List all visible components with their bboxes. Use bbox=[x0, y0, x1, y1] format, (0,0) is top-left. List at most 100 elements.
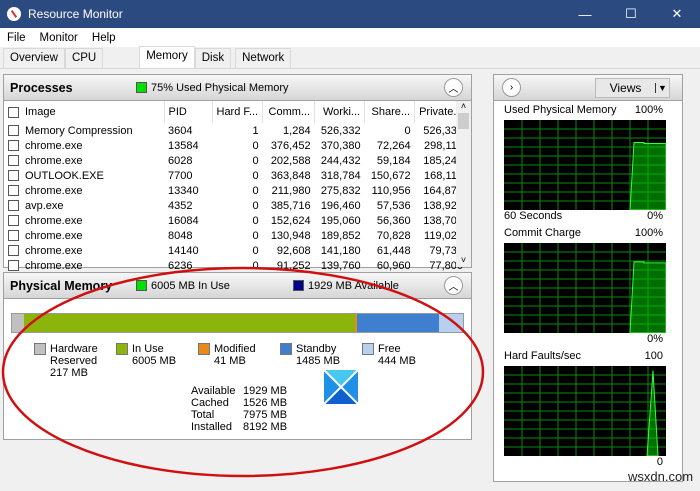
table-row[interactable]: chrome.exe 16084 0 152,624 195,060 56,360 138,… bbox=[4, 213, 467, 228]
table-row[interactable]: chrome.exe 6236 0 91,252 139,760 60,960 77,800 bbox=[4, 258, 467, 273]
stat-row: Installed 8192 MB bbox=[191, 421, 287, 433]
memory-segment bbox=[23, 314, 355, 332]
stat-label: Cached bbox=[191, 397, 229, 409]
row-checkbox[interactable] bbox=[8, 260, 19, 272]
cell: 196,460 bbox=[320, 199, 361, 212]
stat-label: Installed bbox=[191, 421, 232, 433]
stat-row: Cached 1526 MB bbox=[191, 397, 287, 409]
memory-segment bbox=[356, 314, 439, 332]
stat-value: 1526 MB bbox=[243, 397, 288, 409]
cell: 0 bbox=[252, 259, 259, 272]
menu-bar: File Monitor Help bbox=[0, 28, 700, 47]
row-checkbox[interactable] bbox=[8, 170, 19, 182]
views-dropdown[interactable]: Views ▼ bbox=[595, 78, 670, 98]
graph-min: 0 bbox=[656, 456, 663, 468]
cell: 110,956 bbox=[371, 184, 411, 197]
menu-monitor[interactable]: Monitor bbox=[33, 32, 85, 44]
graph-used_physical bbox=[504, 120, 666, 210]
graph-max: 100% bbox=[634, 227, 663, 239]
table-row[interactable]: chrome.exe 6028 0 202,588 244,432 59,184 185,2… bbox=[4, 153, 467, 168]
legend-swatch bbox=[362, 343, 374, 355]
table-row[interactable]: Memory Compression 3604 1 1,284 526,332 0 526,… bbox=[4, 123, 467, 138]
dropdown-arrow-icon[interactable]: ▼ bbox=[655, 83, 669, 93]
table-row[interactable]: chrome.exe 13584 0 376,452 370,380 72,264 298,… bbox=[4, 138, 467, 153]
in-use-status: 6005 MB In Use bbox=[151, 279, 230, 292]
row-checkbox[interactable] bbox=[8, 245, 19, 257]
cell: 0 bbox=[404, 124, 411, 137]
legend-label: Modified bbox=[214, 343, 256, 355]
cell: 376,452 bbox=[270, 139, 311, 152]
row-checkbox[interactable] bbox=[8, 200, 19, 212]
image-name: chrome.exe bbox=[25, 139, 83, 152]
table-row[interactable]: chrome.exe 13340 0 211,980 275,832 110,956 164… bbox=[4, 183, 467, 198]
cell: 13584 bbox=[168, 139, 199, 152]
tab-cpu[interactable]: CPU bbox=[64, 48, 104, 68]
physical-memory-title: Physical Memory bbox=[10, 278, 113, 293]
legend-label: Standby bbox=[296, 343, 337, 355]
memory-segment bbox=[438, 314, 463, 332]
graphs-header: › Views ▼ bbox=[494, 75, 682, 101]
close-button[interactable]: ✕ bbox=[654, 0, 700, 28]
row-checkbox[interactable] bbox=[8, 155, 19, 167]
row-checkbox[interactable] bbox=[8, 140, 19, 152]
select-all-checkbox[interactable] bbox=[8, 106, 19, 118]
maximize-button[interactable]: ☐ bbox=[608, 0, 654, 28]
collapse-icon[interactable]: ︿ bbox=[444, 78, 463, 97]
column-header[interactable]: Hard F... bbox=[212, 101, 264, 123]
menu-file[interactable]: File bbox=[0, 32, 33, 44]
cell: chrome.exe bbox=[4, 138, 164, 153]
cell: chrome.exe bbox=[4, 153, 164, 168]
cell: 211,980 bbox=[271, 184, 311, 197]
processes-header[interactable]: Processes 75% Used Physical Memory ︿ bbox=[4, 75, 471, 101]
cell: 92,608 bbox=[276, 244, 311, 257]
cell: chrome.exe bbox=[4, 183, 164, 198]
image-name: chrome.exe bbox=[25, 244, 83, 257]
tab-overview[interactable]: Overview bbox=[3, 48, 65, 68]
table-row[interactable]: chrome.exe 14140 0 92,608 141,180 61,448 79,73… bbox=[4, 243, 467, 258]
table-row[interactable]: chrome.exe 8048 0 130,948 189,852 70,828 119,0… bbox=[4, 228, 467, 243]
process-scrollbar[interactable]: ˄ ˅ bbox=[456, 101, 471, 267]
image-name: chrome.exe bbox=[25, 259, 83, 272]
row-checkbox[interactable] bbox=[8, 125, 19, 137]
column-header[interactable]: Image bbox=[4, 101, 165, 123]
cell: 1,284 bbox=[283, 124, 311, 137]
column-header[interactable]: Worki... bbox=[314, 101, 366, 123]
tab-network[interactable]: Network bbox=[235, 48, 292, 68]
minimize-button[interactable]: — bbox=[562, 0, 608, 28]
tab-memory[interactable]: Memory bbox=[139, 46, 195, 68]
collapse-icon[interactable]: ︿ bbox=[444, 276, 463, 295]
cell: 0 bbox=[252, 214, 259, 227]
scroll-up-icon[interactable]: ˄ bbox=[456, 101, 471, 111]
physical-memory-header[interactable]: Physical Memory 6005 MB In Use 1929 MB A… bbox=[4, 273, 471, 299]
graph-title: Hard Faults/sec bbox=[504, 350, 582, 362]
resource-monitor-icon bbox=[7, 7, 21, 21]
cell: 4352 bbox=[168, 199, 193, 212]
legend-item: Modified 41 MB bbox=[198, 343, 256, 367]
cell: 13340 bbox=[168, 184, 199, 197]
process-table: Image PID Hard F... Comm... Worki... Share...… bbox=[4, 101, 468, 273]
legend-swatch bbox=[34, 343, 46, 355]
legend-item: In Use 6005 MB bbox=[116, 343, 177, 367]
row-checkbox[interactable] bbox=[8, 185, 19, 197]
scroll-thumb[interactable] bbox=[458, 113, 469, 129]
table-row[interactable]: avp.exe 4352 0 385,716 196,460 57,536 138,924 bbox=[4, 198, 467, 213]
row-checkbox[interactable] bbox=[8, 215, 19, 227]
column-header[interactable]: PID bbox=[164, 101, 213, 123]
column-header[interactable]: Comm... bbox=[262, 101, 316, 123]
graph-time-span: 60 Seconds bbox=[504, 210, 563, 222]
table-row[interactable]: OUTLOOK.EXE 7700 0 363,848 318,784 150,672 168… bbox=[4, 168, 467, 183]
row-checkbox[interactable] bbox=[8, 230, 19, 242]
column-header[interactable]: Share... bbox=[364, 101, 416, 123]
tab-disk[interactable]: Disk bbox=[194, 48, 232, 68]
cell: 1 bbox=[252, 124, 259, 137]
legend-value: 6005 MB bbox=[132, 355, 177, 367]
cell: 72,264 bbox=[376, 139, 411, 152]
scroll-down-icon[interactable]: ˅ bbox=[456, 255, 471, 265]
menu-help[interactable]: Help bbox=[85, 32, 123, 44]
processes-panel: Processes 75% Used Physical Memory ︿ Ima… bbox=[3, 74, 472, 272]
graphs-scrollbar[interactable] bbox=[686, 74, 698, 482]
image-name: chrome.exe bbox=[25, 214, 83, 227]
legend-value: 217 MB bbox=[50, 367, 88, 379]
legend-value: 444 MB bbox=[378, 355, 416, 367]
expand-icon[interactable]: › bbox=[502, 78, 521, 97]
